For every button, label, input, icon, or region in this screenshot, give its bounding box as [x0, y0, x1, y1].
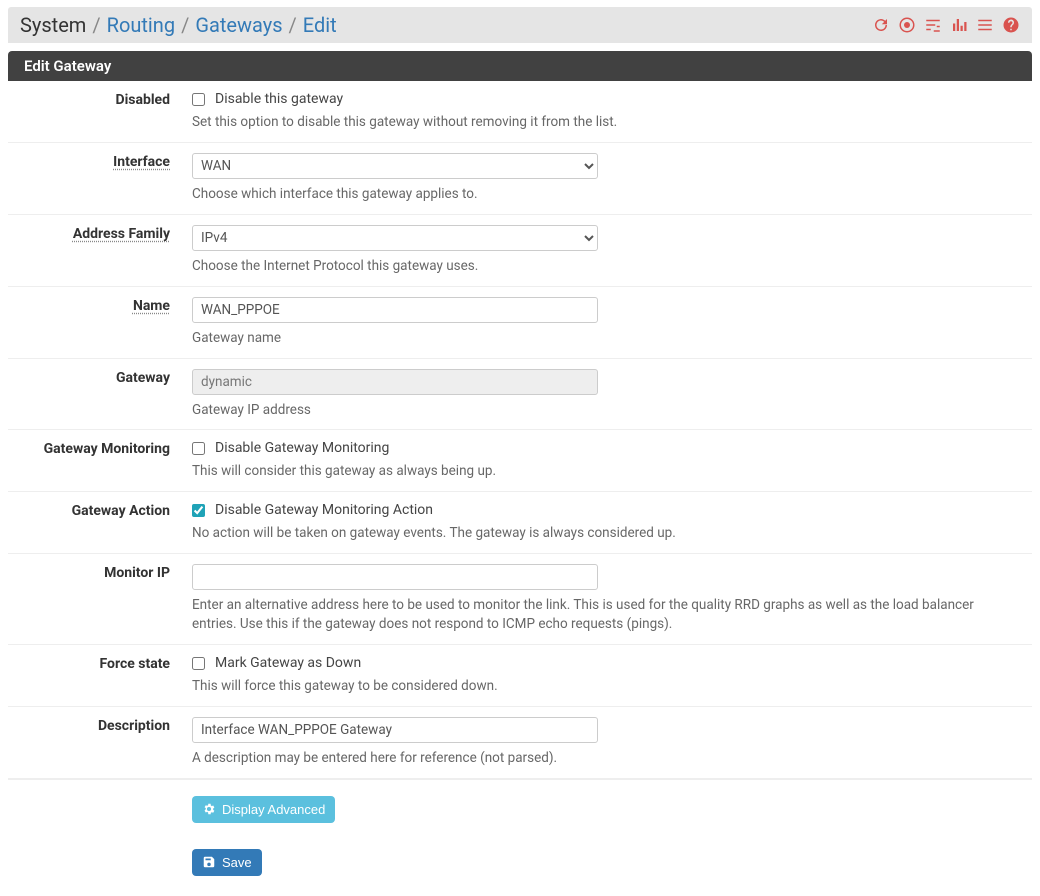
- crumb-routing[interactable]: Routing: [107, 13, 175, 37]
- breadcrumb-sep: /: [175, 13, 195, 37]
- checkbox-disable-monitoring-action[interactable]: [192, 504, 205, 517]
- checkbox-label-disable-gateway[interactable]: Disable this gateway: [215, 91, 343, 107]
- label-interface: Interface: [8, 153, 184, 204]
- label-gateway-action: Gateway Action: [8, 502, 184, 543]
- breadcrumb: System / Routing / Gateways / Edit: [20, 13, 337, 37]
- label-gateway-monitoring: Gateway Monitoring: [8, 440, 184, 481]
- header-actions: [872, 16, 1020, 34]
- row-save: Save: [192, 849, 1032, 876]
- input-gateway: [192, 369, 598, 395]
- row-display-advanced: Display Advanced: [8, 779, 1032, 839]
- input-description[interactable]: [192, 717, 598, 743]
- row-force-state: Force state Mark Gateway as Down This wi…: [8, 645, 1032, 707]
- select-interface[interactable]: WAN: [192, 153, 598, 179]
- stats-icon[interactable]: [950, 16, 968, 34]
- label-disabled: Disabled: [8, 91, 184, 132]
- checkbox-label-mark-gateway-down[interactable]: Mark Gateway as Down: [215, 655, 361, 671]
- label-force-state: Force state: [8, 655, 184, 696]
- help-force-state: This will force this gateway to be consi…: [192, 677, 1020, 696]
- row-disabled: Disabled Disable this gateway Set this o…: [8, 81, 1032, 143]
- sliders-icon[interactable]: [924, 16, 942, 34]
- row-name: Name Gateway name: [8, 287, 1032, 359]
- select-address-family[interactable]: IPv4: [192, 225, 598, 251]
- input-monitor-ip[interactable]: [192, 564, 598, 590]
- checkbox-disable-monitoring[interactable]: [192, 442, 205, 455]
- breadcrumb-sep: /: [283, 13, 303, 37]
- save-icon: [202, 855, 216, 869]
- row-monitor-ip: Monitor IP Enter an alternative address …: [8, 554, 1032, 645]
- panel-body: Disabled Disable this gateway Set this o…: [8, 81, 1032, 839]
- help-monitor-ip: Enter an alternative address here to be …: [192, 596, 1020, 634]
- gear-icon: [202, 802, 216, 816]
- checkbox-label-disable-monitoring[interactable]: Disable Gateway Monitoring: [215, 440, 389, 456]
- help-description: A description may be entered here for re…: [192, 749, 1020, 768]
- label-monitor-ip: Monitor IP: [8, 564, 184, 634]
- label-gateway: Gateway: [8, 369, 184, 420]
- stop-icon[interactable]: [898, 16, 916, 34]
- display-advanced-button[interactable]: Display Advanced: [192, 796, 335, 823]
- page-header: System / Routing / Gateways / Edit: [8, 7, 1032, 43]
- display-advanced-label: Display Advanced: [222, 802, 325, 817]
- label-name: Name: [8, 297, 184, 348]
- refresh-icon[interactable]: [872, 16, 890, 34]
- row-address-family: Address Family IPv4 Choose the Internet …: [8, 215, 1032, 287]
- row-gateway-action: Gateway Action Disable Gateway Monitorin…: [8, 492, 1032, 554]
- help-disabled: Set this option to disable this gateway …: [192, 113, 1020, 132]
- help-icon[interactable]: [1002, 16, 1020, 34]
- crumb-gateways[interactable]: Gateways: [195, 13, 282, 37]
- help-action: No action will be taken on gateway event…: [192, 524, 1020, 543]
- checkbox-disable-gateway[interactable]: [192, 93, 205, 106]
- checkbox-label-disable-monitoring-action[interactable]: Disable Gateway Monitoring Action: [215, 502, 433, 518]
- row-gateway-monitoring: Gateway Monitoring Disable Gateway Monit…: [8, 430, 1032, 492]
- panel-title: Edit Gateway: [8, 51, 1032, 81]
- label-description: Description: [8, 717, 184, 768]
- help-name: Gateway name: [192, 329, 1020, 348]
- crumb-edit[interactable]: Edit: [303, 13, 337, 37]
- help-interface: Choose which interface this gateway appl…: [192, 185, 1020, 204]
- crumb-system[interactable]: System: [20, 13, 86, 37]
- row-interface: Interface WAN Choose which interface thi…: [8, 143, 1032, 215]
- checkbox-mark-gateway-down[interactable]: [192, 657, 205, 670]
- help-address-family: Choose the Internet Protocol this gatewa…: [192, 257, 1020, 276]
- save-button[interactable]: Save: [192, 849, 262, 876]
- breadcrumb-sep: /: [86, 13, 106, 37]
- row-gateway: Gateway Gateway IP address: [8, 359, 1032, 431]
- help-gateway: Gateway IP address: [192, 401, 1020, 420]
- help-monitoring: This will consider this gateway as alway…: [192, 462, 1020, 481]
- label-address-family: Address Family: [8, 225, 184, 276]
- save-label: Save: [222, 855, 252, 870]
- list-icon[interactable]: [976, 16, 994, 34]
- edit-gateway-panel: Edit Gateway Disabled Disable this gatew…: [8, 51, 1032, 839]
- input-name[interactable]: [192, 297, 598, 323]
- row-description: Description A description may be entered…: [8, 707, 1032, 779]
